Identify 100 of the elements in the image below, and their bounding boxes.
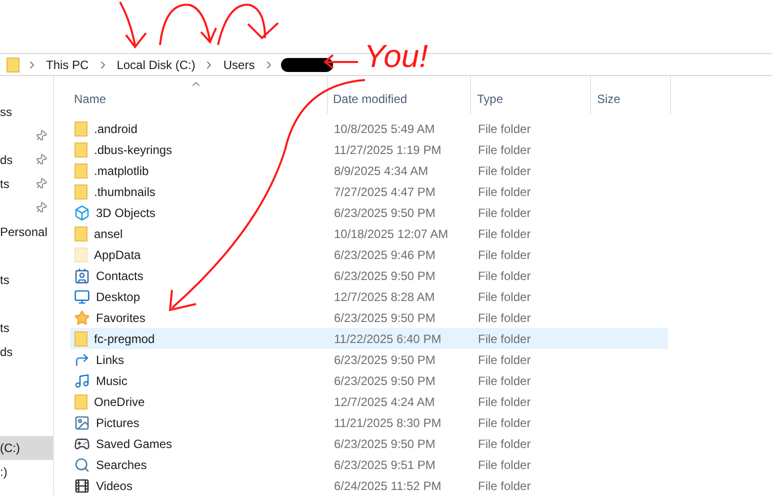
nav-item[interactable]: ts xyxy=(0,172,53,196)
file-name: ansel xyxy=(94,226,123,242)
type-cell-text: File folder xyxy=(477,414,532,432)
column-header[interactable]: Date modified xyxy=(333,90,408,108)
nav-item[interactable]: ts xyxy=(0,268,53,292)
picture-icon xyxy=(74,414,90,430)
magnifier-icon xyxy=(74,456,90,472)
music-note-icon xyxy=(74,372,90,388)
file-row[interactable]: Videos 6/24/2025 11:52 PM File folder xyxy=(70,475,668,495)
file-name: .matplotlib xyxy=(94,162,149,180)
breadcrumb-item[interactable]: Local Disk (C:) xyxy=(114,56,198,74)
date-cell-text: 6/23/2025 9:50 PM xyxy=(333,352,436,368)
file-name: Links xyxy=(96,352,124,368)
type-cell-text: File folder xyxy=(477,268,532,284)
file-row[interactable]: AppData 6/23/2025 9:46 PM File folder xyxy=(70,244,668,265)
file-name: Music xyxy=(96,372,128,390)
nav-item[interactable]: ds xyxy=(0,340,53,364)
file-name: 3D Objects xyxy=(96,204,156,222)
date-cell-text: 12/7/2025 8:28 AM xyxy=(333,288,436,306)
type-cell-text: File folder xyxy=(477,204,532,222)
type-cell-text: File folder xyxy=(477,120,532,138)
date-cell-text: 12/7/2025 4:24 AM xyxy=(333,394,436,410)
redaction-mark xyxy=(280,58,333,72)
folder-icon xyxy=(6,56,20,72)
type-cell-text: File folder xyxy=(477,394,532,410)
file-name: Pictures xyxy=(96,414,140,432)
file-row[interactable]: Music 6/23/2025 9:50 PM File folder xyxy=(70,370,668,391)
nav-item[interactable]: (C:) xyxy=(0,436,53,460)
column-header[interactable]: Name xyxy=(74,90,106,108)
breadcrumb-item[interactable]: This PC xyxy=(44,56,91,74)
monitor-icon xyxy=(74,288,90,304)
type-cell-text: File folder xyxy=(477,184,532,200)
file-name: Videos xyxy=(96,478,132,494)
type-cell-text: File folder xyxy=(477,478,532,494)
file-name: fc-pregmod xyxy=(94,330,155,348)
faded-folder-icon xyxy=(74,246,88,262)
folder-icon xyxy=(74,120,88,136)
type-cell-text: File folder xyxy=(477,436,532,452)
hand-drawn-arrow xyxy=(323,53,360,70)
type-cell-text: File folder xyxy=(477,142,532,158)
date-cell-text: 6/23/2025 9:50 PM xyxy=(333,372,436,390)
date-cell-text: 6/23/2025 9:46 PM xyxy=(333,246,436,264)
folder-icon xyxy=(74,184,88,200)
file-row[interactable]: ansel 10/18/2025 12:07 AM File folder xyxy=(70,223,668,244)
file-row[interactable]: Favorites 6/23/2025 9:50 PM File folder xyxy=(70,307,668,328)
type-cell-text: File folder xyxy=(477,456,532,474)
file-name: Favorites xyxy=(96,310,146,326)
date-cell-text: 8/9/2025 4:34 AM xyxy=(333,162,430,180)
gamepad-icon xyxy=(74,436,90,452)
file-row[interactable]: .android 10/8/2025 5:49 AM File folder xyxy=(70,118,668,139)
column-header[interactable]: Type xyxy=(477,90,504,108)
star-icon xyxy=(74,310,90,326)
type-cell-text: File folder xyxy=(477,288,532,306)
date-cell-text: 10/8/2025 5:49 AM xyxy=(333,120,436,138)
date-cell-text: 6/24/2025 11:52 PM xyxy=(333,478,442,494)
folder-icon xyxy=(74,162,88,178)
type-cell-text: File folder xyxy=(477,352,532,368)
file-row[interactable]: .thumbnails 7/27/2025 4:47 PM File folder xyxy=(70,181,668,202)
nav-item[interactable]: ss xyxy=(0,100,53,124)
file-row[interactable]: Contacts 6/23/2025 9:50 PM File folder xyxy=(70,265,668,286)
file-row[interactable]: Pictures 11/21/2025 8:30 PM File folder xyxy=(70,412,668,433)
file-name: .dbus-keyrings xyxy=(94,142,172,158)
file-row[interactable]: .matplotlib 8/9/2025 4:34 AM File folder xyxy=(70,160,668,181)
nav-item[interactable]: ts xyxy=(0,316,53,340)
type-cell-text: File folder xyxy=(477,372,532,390)
cube-icon xyxy=(74,204,90,220)
type-cell-text: File folder xyxy=(477,310,532,326)
nav-item[interactable]: Personal xyxy=(0,220,53,244)
type-cell-text: File folder xyxy=(477,162,532,180)
nav-item[interactable]: :) xyxy=(0,460,53,484)
curved-arrow-icon xyxy=(74,352,90,368)
file-row[interactable]: Links 6/23/2025 9:50 PM File folder xyxy=(70,349,668,370)
folder-icon xyxy=(74,142,88,158)
file-row[interactable]: Saved Games 6/23/2025 9:50 PM File folder xyxy=(70,433,668,454)
file-row[interactable]: OneDrive 12/7/2025 4:24 AM File folder xyxy=(70,391,668,412)
file-row[interactable]: Searches 6/23/2025 9:51 PM File folder xyxy=(70,454,668,475)
date-cell-text: 11/27/2025 1:19 PM xyxy=(333,142,442,158)
file-row[interactable]: .dbus-keyrings 11/27/2025 1:19 PM File folder xyxy=(70,139,668,160)
type-cell-text: File folder xyxy=(477,246,532,264)
nav-item[interactable]: ds xyxy=(0,148,53,172)
date-cell-text: 11/22/2025 6:40 PM xyxy=(333,330,442,348)
column-header[interactable]: Size xyxy=(597,90,620,108)
file-row[interactable]: Desktop 12/7/2025 8:28 AM File folder xyxy=(70,286,668,307)
file-name: Saved Games xyxy=(96,436,172,452)
film-icon xyxy=(74,478,90,494)
file-row[interactable]: fc-pregmod 11/22/2025 6:40 PM File folder xyxy=(70,328,668,349)
file-name: .thumbnails xyxy=(94,184,156,200)
file-row[interactable]: 3D Objects 6/23/2025 9:50 PM File folder xyxy=(70,202,668,223)
date-cell-text: 6/23/2025 9:50 PM xyxy=(333,268,436,284)
file-name: Contacts xyxy=(96,268,144,284)
contact-card-icon xyxy=(74,268,90,284)
date-cell-text: 6/23/2025 9:50 PM xyxy=(333,204,436,222)
breadcrumb-item[interactable]: Users xyxy=(221,56,257,74)
file-name: AppData xyxy=(94,246,141,264)
type-cell-text: File folder xyxy=(477,330,532,348)
date-cell-text: 7/27/2025 4:47 PM xyxy=(333,184,436,200)
date-cell-text: 6/23/2025 9:50 PM xyxy=(333,310,436,326)
folder-icon xyxy=(74,330,88,346)
type-cell-text: File folder xyxy=(477,226,532,242)
folder-icon xyxy=(74,394,88,410)
